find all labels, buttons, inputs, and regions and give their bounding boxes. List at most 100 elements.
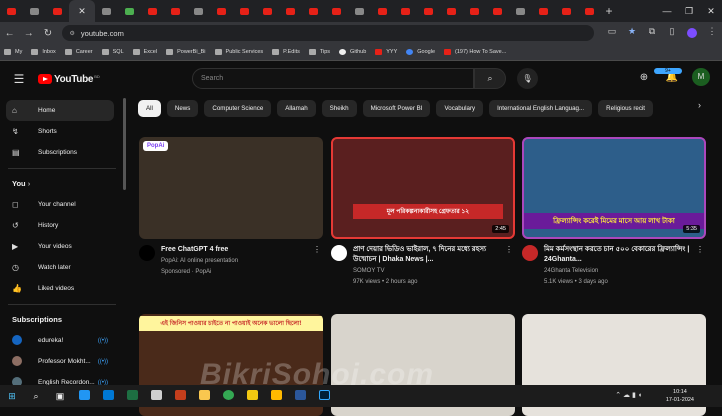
browser-tab[interactable] xyxy=(440,0,463,22)
browser-tab[interactable] xyxy=(164,0,187,22)
sidepanel-icon[interactable]: ▯ xyxy=(662,26,682,40)
sidebar-item[interactable]: 👍 Liked videos xyxy=(0,278,124,299)
more-options-icon[interactable]: ⋮ xyxy=(696,245,706,287)
sidebar-item[interactable]: ◷ Watch later xyxy=(0,257,124,278)
taskbar-clock[interactable]: 10:14 17-01-2024 xyxy=(666,388,694,404)
filter-chip[interactable]: Sheikh xyxy=(321,99,357,117)
minimize-button[interactable]: — xyxy=(656,0,678,22)
sidebar-item[interactable]: ↯ Shorts xyxy=(0,121,124,142)
filter-chip[interactable]: International English Languag... xyxy=(489,99,593,117)
browser-tab[interactable] xyxy=(325,0,348,22)
browser-tab[interactable] xyxy=(279,0,302,22)
taskbar-app-powerpoint[interactable] xyxy=(168,390,192,402)
notifications-button[interactable]: 🔔 9+ xyxy=(654,67,686,83)
bookmark-item[interactable]: Tips xyxy=(308,49,330,55)
taskbar-app-explorer[interactable] xyxy=(264,390,288,402)
forward-icon[interactable]: → xyxy=(19,28,38,39)
taskbar-app-sql[interactable] xyxy=(144,390,168,402)
video-title[interactable]: প্রাণ দেয়ার ভিডিও ভাইরাল, ৭ দিনের মধ্যে… xyxy=(353,245,505,265)
subscription-item[interactable]: edureka! ((•)) xyxy=(0,330,124,351)
sidebar-item[interactable]: ↺ History xyxy=(0,215,124,236)
system-tray[interactable]: ⌃ ☁ ▮ ◖ xyxy=(615,391,642,399)
browser-tab[interactable] xyxy=(118,0,141,22)
video-thumbnail[interactable]: PopAi xyxy=(139,137,323,239)
video-card[interactable]: মূল পরিকল্পনাকারীসহ গ্রেফতার ১২ 2:45 প্রাণ… xyxy=(331,137,515,287)
taskbar-app-mail[interactable] xyxy=(96,390,120,402)
video-thumbnail[interactable]: মূল পরিকল্পনাকারীসহ গ্রেফতার ১২ 2:45 xyxy=(331,137,515,239)
taskbar-app-files[interactable] xyxy=(192,390,216,402)
bookmark-item[interactable]: Github xyxy=(339,49,366,55)
sidebar-scrollbar[interactable] xyxy=(123,98,126,190)
video-title[interactable]: মিম কর্মসংস্থান করতে চান ৫০০ বেকারের ফ্র… xyxy=(544,245,696,265)
account-avatar[interactable]: M xyxy=(692,68,710,86)
browser-tab-active[interactable]: ✕ xyxy=(69,0,95,22)
bookmark-star-icon[interactable]: ★ xyxy=(622,26,642,40)
bookmark-item[interactable]: P.Edits xyxy=(272,49,300,55)
bookmark-item[interactable]: PowerBi_Bi xyxy=(166,49,206,55)
more-options-icon[interactable]: ⋮ xyxy=(505,245,515,287)
start-icon[interactable]: ⊞ xyxy=(0,391,24,402)
channel-name[interactable]: PopAi: AI online presentation xyxy=(161,257,313,266)
channel-avatar[interactable] xyxy=(522,245,538,261)
hamburger-menu-icon[interactable]: ☰ xyxy=(0,72,38,86)
taskbar-search-icon[interactable]: ⌕ xyxy=(24,391,48,402)
video-thumbnail[interactable]: ফ্রিল্যান্সিং করেই মিমের মাসে আয় লাখ টা… xyxy=(522,137,706,239)
bookmark-item[interactable]: SQL xyxy=(101,49,124,55)
browser-tab[interactable] xyxy=(95,0,118,22)
chips-next-icon[interactable]: › xyxy=(698,100,701,110)
bookmark-item[interactable]: (197) How To Save... xyxy=(444,49,506,55)
video-card[interactable]: ফ্রিল্যান্সিং করেই মিমের মাসে আয় লাখ টা… xyxy=(522,137,706,287)
browser-tab[interactable] xyxy=(46,0,69,22)
search-input[interactable]: Search xyxy=(192,68,474,89)
profile-avatar[interactable] xyxy=(682,26,702,40)
sidebar-item[interactable]: ◻ Your channel xyxy=(0,194,124,215)
browser-tab[interactable] xyxy=(233,0,256,22)
browser-tab[interactable] xyxy=(187,0,210,22)
browser-tab[interactable] xyxy=(578,0,601,22)
close-tab-icon[interactable]: ✕ xyxy=(78,6,86,17)
browser-tab[interactable] xyxy=(463,0,486,22)
browser-tab[interactable] xyxy=(23,0,46,22)
taskbar-app-todo[interactable] xyxy=(72,390,96,402)
search-button[interactable]: ⌕ xyxy=(474,68,506,89)
browser-tab[interactable] xyxy=(486,0,509,22)
channel-avatar[interactable] xyxy=(331,245,347,261)
reload-icon[interactable]: ↻ xyxy=(38,28,57,39)
task-view-icon[interactable]: ▣ xyxy=(48,391,72,402)
bookmark-item[interactable]: Inbox xyxy=(31,49,56,55)
filter-chip[interactable]: All xyxy=(138,99,161,117)
taskbar-app-word[interactable] xyxy=(288,390,312,402)
video-title[interactable]: Free ChatGPT 4 free xyxy=(161,245,313,255)
bookmark-item[interactable]: My xyxy=(4,49,22,55)
channel-name[interactable]: 24Ghanta Television xyxy=(544,267,696,276)
subscription-item[interactable]: Professor Mokht... ((•)) xyxy=(0,351,124,372)
video-card[interactable]: PopAi Free ChatGPT 4 free PopAi: AI online… xyxy=(139,137,323,277)
browser-tab[interactable] xyxy=(371,0,394,22)
browser-tab[interactable] xyxy=(348,0,371,22)
sidebar-item[interactable]: ⌂ Home xyxy=(6,100,114,121)
create-video-icon[interactable]: ⊕ xyxy=(630,72,658,83)
youtube-logo[interactable]: YouTube BD xyxy=(38,74,100,85)
taskbar-app-photoshop[interactable] xyxy=(312,390,336,402)
browser-tab[interactable] xyxy=(394,0,417,22)
bookmark-item[interactable]: Public Services xyxy=(214,49,263,55)
sidebar-item[interactable]: ▤ Subscriptions xyxy=(0,142,124,163)
address-bar[interactable]: ⚙ youtube.com xyxy=(61,25,594,41)
install-app-icon[interactable]: ▭ xyxy=(602,26,622,40)
filter-chip[interactable]: Allamah xyxy=(277,99,316,117)
extensions-icon[interactable]: ⧉ xyxy=(642,26,662,40)
filter-chip[interactable]: News xyxy=(166,99,199,117)
new-tab-button[interactable]: + xyxy=(601,4,617,18)
sidebar-item[interactable]: ▶ Your videos xyxy=(0,236,124,257)
filter-chip[interactable]: Computer Science xyxy=(204,99,272,117)
close-window-button[interactable]: ✕ xyxy=(700,0,722,22)
filter-chip[interactable]: Religious recit xyxy=(598,99,654,117)
browser-tab[interactable] xyxy=(302,0,325,22)
browser-tab[interactable] xyxy=(210,0,233,22)
bookmark-item[interactable]: Google xyxy=(406,49,435,55)
browser-tab[interactable] xyxy=(509,0,532,22)
channel-name[interactable]: SOMOY TV xyxy=(353,267,505,276)
bookmark-item[interactable]: YYY xyxy=(375,49,397,55)
browser-menu-icon[interactable]: ⋮ xyxy=(702,26,722,40)
maximize-button[interactable]: ❐ xyxy=(678,0,700,22)
